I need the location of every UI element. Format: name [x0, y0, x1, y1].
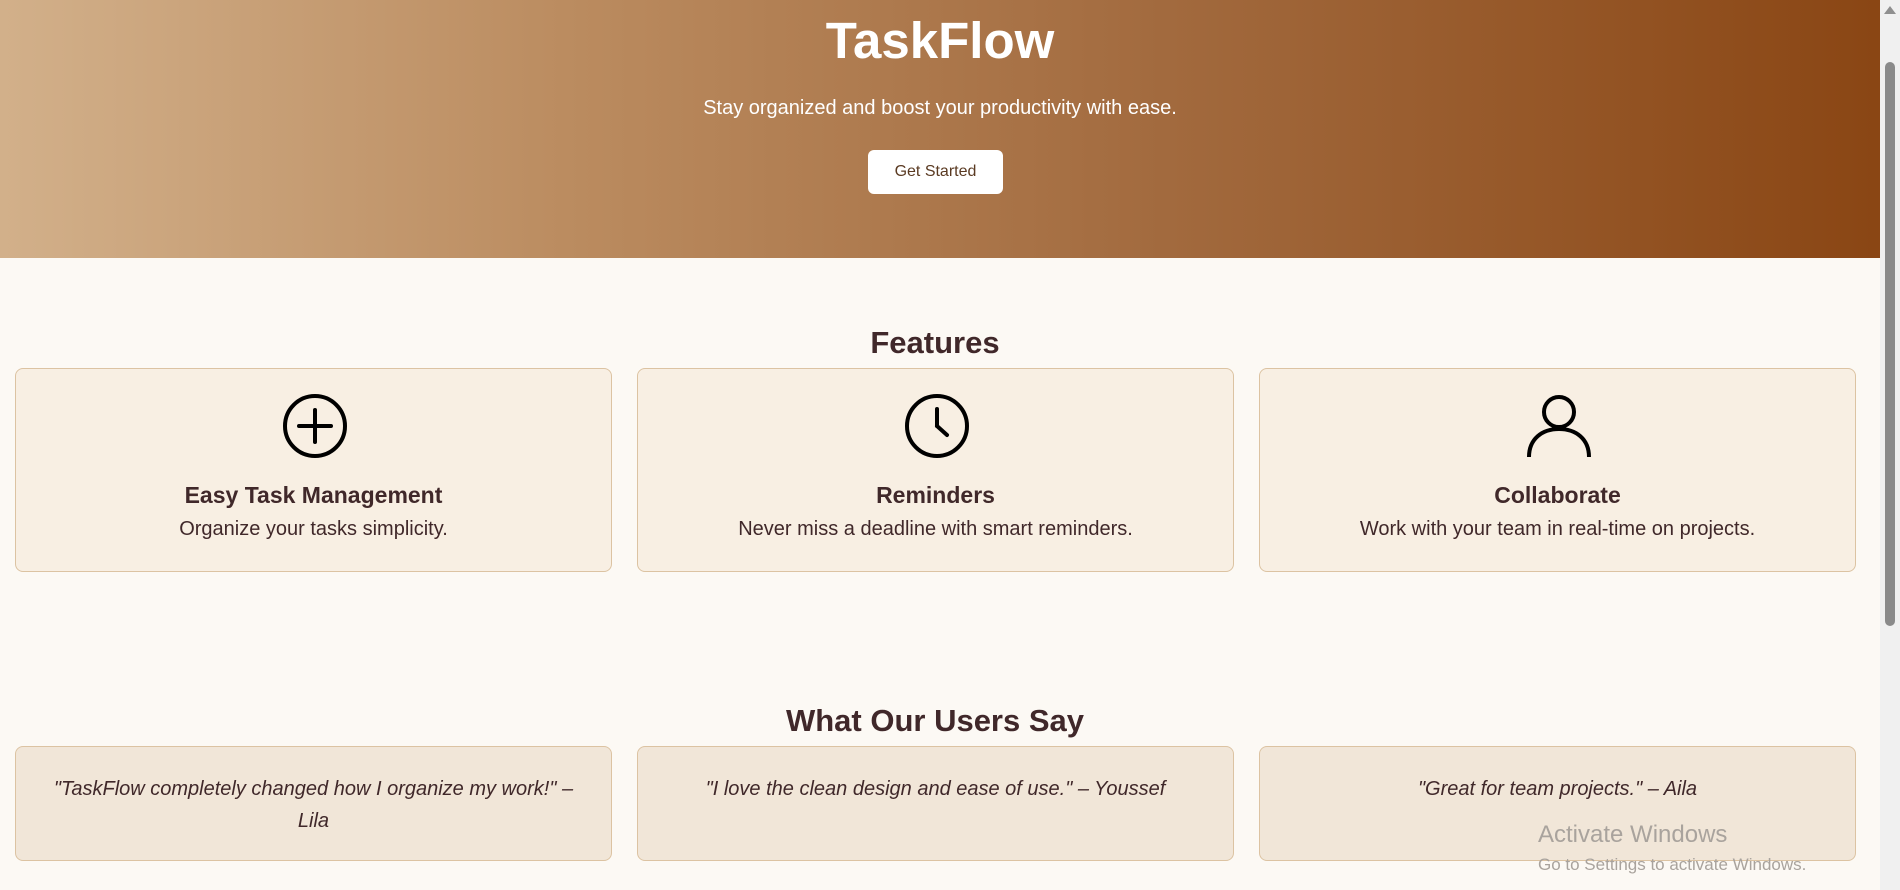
feature-description: Work with your team in real-time on proj…	[1359, 518, 1756, 540]
feature-card-task-management: Easy Task Management Organize your tasks…	[15, 368, 612, 572]
feature-title: Easy Task Management	[184, 482, 443, 508]
clock-icon	[905, 394, 969, 458]
testimonial-quote: "I love the clean design and ease of use…	[705, 778, 1166, 800]
testimonial-card-youssef: "I love the clean design and ease of use…	[637, 746, 1234, 861]
feature-description: Never miss a deadline with smart reminde…	[738, 518, 1133, 540]
feature-title: Reminders	[876, 482, 995, 508]
feature-card-collaborate: Collaborate Work with your team in real-…	[1259, 368, 1856, 572]
feature-description: Organize your tasks simplicity.	[179, 518, 448, 540]
testimonial-quote: "Great for team projects." – Aila	[1417, 778, 1698, 800]
hero-title: TaskFlow	[825, 12, 1055, 69]
activate-windows-watermark: Activate Windows Go to Settings to activ…	[1538, 820, 1806, 876]
hero-subtitle: Stay organized and boost your productivi…	[703, 97, 1177, 119]
features-heading: Features	[870, 325, 1000, 360]
testimonials-heading: What Our Users Say	[785, 703, 1085, 738]
user-icon	[1527, 395, 1591, 458]
scroll-up-arrow-icon[interactable]	[1884, 6, 1896, 14]
hero-banner: TaskFlow Stay organized and boost your p…	[0, 0, 1880, 258]
testimonial-card-lila: "TaskFlow completely changed how I organ…	[15, 746, 612, 861]
plus-circle-icon	[283, 394, 347, 458]
watermark-title: Activate Windows	[1538, 821, 1728, 848]
feature-card-reminders: Reminders Never miss a deadline with sma…	[637, 368, 1234, 572]
testimonial-quote: "TaskFlow completely changed how I organ…	[53, 778, 574, 832]
scrollbar-thumb[interactable]	[1885, 62, 1895, 626]
watermark-subtitle: Go to Settings to activate Windows.	[1538, 855, 1807, 874]
get-started-button[interactable]: Get Started	[868, 150, 1003, 194]
vertical-scrollbar[interactable]	[1880, 0, 1900, 890]
feature-title: Collaborate	[1494, 482, 1621, 508]
landing-page: TaskFlow Stay organized and boost your p…	[0, 0, 1880, 890]
